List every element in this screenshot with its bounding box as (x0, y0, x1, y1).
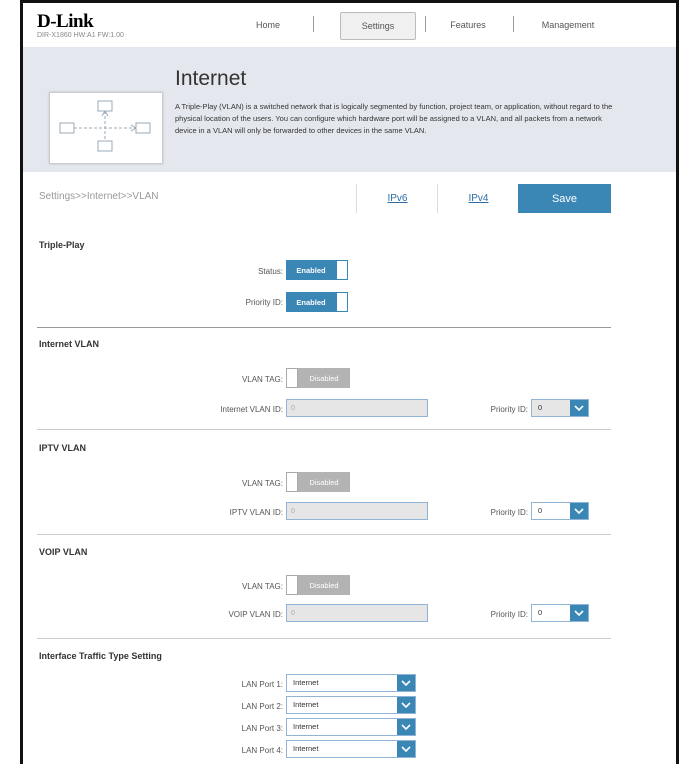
dlink-logo: D-Link (37, 11, 94, 32)
toggle-knob (286, 575, 298, 595)
chevron-down-icon (397, 719, 415, 735)
lan-port-4-select[interactable]: Internet (286, 740, 416, 758)
toggle-knob (336, 260, 348, 280)
status-toggle[interactable]: Enabled (286, 260, 350, 280)
nav-features[interactable]: Features (438, 12, 498, 38)
network-diagram-icon (49, 92, 163, 164)
save-button[interactable]: Save (518, 184, 611, 213)
chevron-down-icon (570, 605, 588, 621)
iptv-vlan-id-input[interactable]: 0 (286, 502, 428, 520)
section-divider (37, 534, 611, 535)
nav-separator (513, 16, 514, 32)
status-label: Status: (258, 267, 283, 276)
lan-port-2-label: LAN Port 2: (241, 702, 283, 711)
nav-separator (313, 16, 314, 32)
nav-settings[interactable]: Settings (340, 12, 416, 40)
voip-vlan-id-label: VOIP VLAN ID: (228, 610, 283, 619)
section-divider (37, 638, 611, 639)
internet-vlan-priority-select[interactable]: 0 (531, 399, 589, 417)
voip-vlan-priority-label: Priority ID: (490, 610, 528, 619)
section-divider (37, 429, 611, 430)
chevron-down-icon (570, 503, 588, 519)
lan-port-1-label: LAN Port 1: (241, 680, 283, 689)
toggle-knob (336, 292, 348, 312)
iptv-vlan-priority-label: Priority ID: (490, 508, 528, 517)
iptv-vlan-priority-select[interactable]: 0 (531, 502, 589, 520)
internet-vlan-priority-label: Priority ID: (490, 405, 528, 414)
internet-vlan-tag-label: VLAN TAG: (241, 375, 283, 384)
priority-id-toggle[interactable]: Enabled (286, 292, 350, 312)
section-title-triple-play: Triple-Play (39, 240, 85, 250)
voip-vlan-priority-select[interactable]: 0 (531, 604, 589, 622)
section-title-internet-vlan: Internet VLAN (39, 339, 100, 349)
lan-port-1-select[interactable]: Internet (286, 674, 416, 692)
chevron-down-icon (397, 741, 415, 757)
voip-vlan-id-input[interactable]: 0 (286, 604, 428, 622)
iptv-vlan-tag-toggle[interactable]: Disabled (286, 472, 350, 492)
nav-management[interactable]: Management (523, 12, 613, 38)
router-admin-page: D-Link DIR-X1860 HW:A1 FW:1.00 Home Sett… (20, 0, 679, 764)
lan-port-2-select[interactable]: Internet (286, 696, 416, 714)
breadcrumb: Settings>>Internet>>VLAN (39, 191, 159, 202)
section-divider (37, 327, 611, 328)
nav-separator (425, 16, 426, 32)
page-title: Internet (175, 67, 247, 90)
page-description: A Triple-Play (VLAN) is a switched netwo… (175, 102, 613, 135)
internet-vlan-id-input[interactable]: 0 (286, 399, 428, 417)
tab-ipv6[interactable]: IPv6 (356, 184, 438, 213)
iptv-vlan-id-label: IPTV VLAN ID: (229, 508, 283, 517)
internet-vlan-tag-toggle[interactable]: Disabled (286, 368, 350, 388)
voip-vlan-tag-toggle[interactable]: Disabled (286, 575, 350, 595)
tab-ipv4[interactable]: IPv4 (437, 184, 519, 213)
chevron-down-icon (397, 675, 415, 691)
lan-port-3-select[interactable]: Internet (286, 718, 416, 736)
iptv-vlan-tag-label: VLAN TAG: (241, 479, 283, 488)
chevron-down-icon (570, 400, 588, 416)
nav-home[interactable]: Home (233, 12, 303, 38)
section-title-iptv-vlan: IPTV VLAN (39, 443, 87, 453)
lan-port-4-label: LAN Port 4: (241, 746, 283, 755)
voip-vlan-tag-label: VLAN TAG: (241, 582, 283, 591)
section-title-voip-vlan: VOIP VLAN (39, 547, 88, 557)
toggle-knob (286, 472, 298, 492)
priority-id-label: Priority ID: (245, 298, 283, 307)
section-title-traffic-type: Interface Traffic Type Setting (39, 651, 162, 661)
chevron-down-icon (397, 697, 415, 713)
internet-vlan-id-label: Internet VLAN ID: (220, 405, 283, 414)
model-info: DIR-X1860 HW:A1 FW:1.00 (37, 32, 124, 39)
toggle-knob (286, 368, 298, 388)
lan-port-3-label: LAN Port 3: (241, 724, 283, 733)
